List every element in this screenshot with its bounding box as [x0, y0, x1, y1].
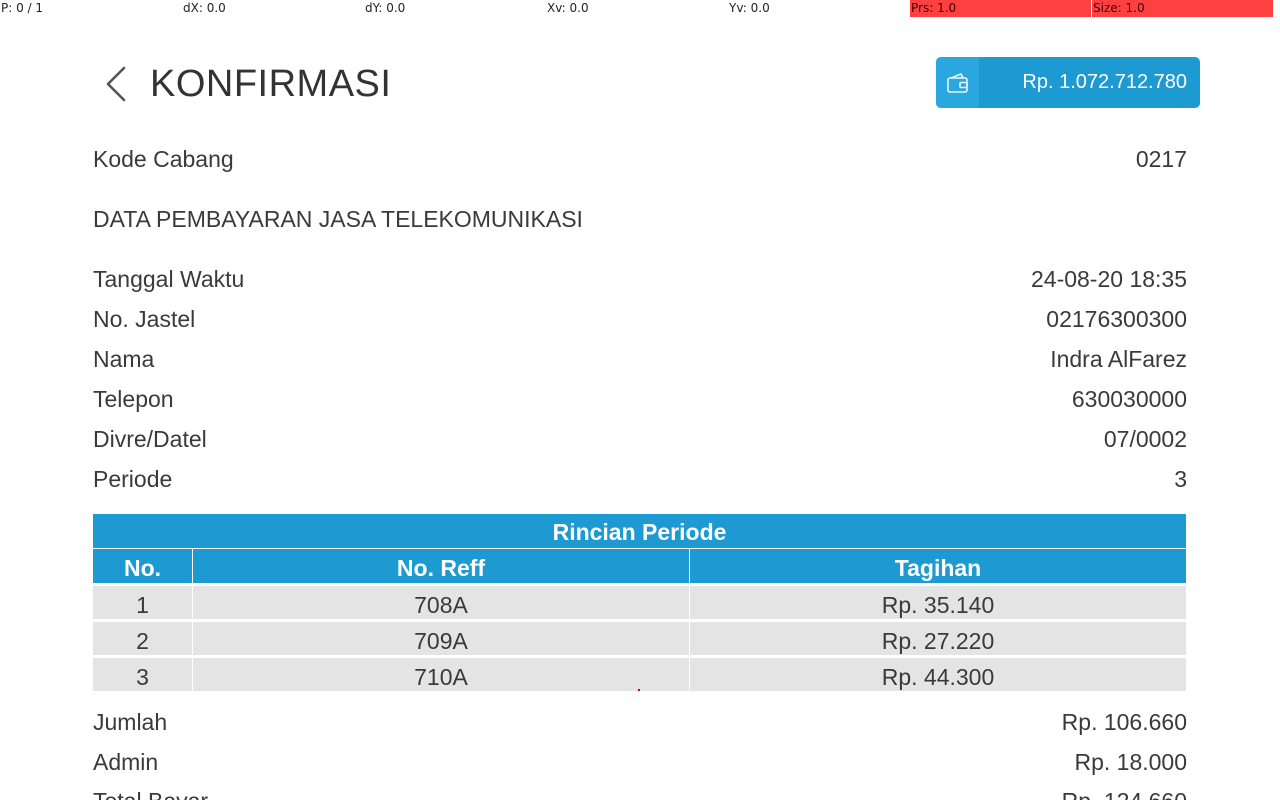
detail-row-phone: Telepon 630030000 [93, 384, 1187, 414]
table-cell-reff: 709A [193, 622, 689, 655]
detail-value: 07/0002 [1103, 426, 1187, 452]
back-button[interactable] [100, 62, 134, 106]
debug-xv: Xv: 0.0 [547, 1, 589, 15]
touch-indicator-dot [638, 689, 640, 691]
table-header-reff: No. Reff [193, 549, 689, 583]
summary-row-admin-fee: Admin Rp. 18.000 [93, 747, 1187, 777]
table-cell-no: 1 [93, 586, 192, 619]
detail-label: Periode [93, 466, 173, 492]
table-row: 2 709A Rp. 27.220 [93, 622, 1186, 655]
detail-value: 24-08-20 18:35 [1030, 266, 1187, 292]
summary-label: Total Bayar [93, 786, 208, 800]
debug-pressure: Prs: 1.0 [910, 0, 1091, 17]
summary-label: Admin [93, 749, 159, 775]
table-cell-bill: Rp. 44.300 [690, 658, 1186, 691]
debug-size: Size: 1.0 [1092, 0, 1273, 17]
table-row: 1 708A Rp. 35.140 [93, 586, 1186, 619]
balance-button[interactable]: Rp. 1.072.712.780 [936, 57, 1200, 108]
branch-code-row: Kode Cabang 0217 [93, 144, 1187, 174]
summary-row-total-pay: Total Bayar Rp. 124.660 [93, 786, 1187, 800]
table-cell-reff: 710A [193, 658, 689, 691]
branch-code-value: 0217 [1135, 146, 1187, 172]
chevron-left-icon [106, 66, 126, 102]
summary-row-total-amount: Jumlah Rp. 106.660 [93, 707, 1187, 737]
summary-value: Rp. 106.660 [1061, 709, 1187, 735]
detail-value: 02176300300 [1046, 306, 1187, 332]
debug-pointer-count: P: 0 / 1 [1, 1, 44, 15]
detail-row-period: Periode 3 [93, 464, 1187, 494]
table-header-bill: Tagihan [690, 549, 1186, 583]
table-caption: Rincian Periode [93, 514, 1186, 548]
detail-label: No. Jastel [93, 306, 196, 332]
detail-label: Divre/Datel [93, 426, 207, 452]
detail-value: 630030000 [1071, 386, 1187, 412]
page-title: KONFIRMASI [150, 63, 392, 105]
balance-amount: Rp. 1.072.712.780 [1022, 71, 1187, 93]
table-cell-bill: Rp. 27.220 [690, 622, 1186, 655]
period-detail-table: Rincian Periode No. No. Reff Tagihan 1 7… [93, 514, 1186, 691]
table-cell-bill: Rp. 35.140 [690, 586, 1186, 619]
detail-row-date-time: Tanggal Waktu 24-08-20 18:35 [93, 264, 1187, 294]
table-header-no: No. [93, 549, 192, 583]
table-cell-no: 3 [93, 658, 192, 691]
detail-label: Telepon [93, 386, 174, 412]
detail-row-name: Nama Indra AlFarez [93, 344, 1187, 374]
detail-value: 3 [1174, 466, 1187, 492]
detail-value: Indra AlFarez [1050, 346, 1187, 372]
wallet-icon [936, 57, 979, 108]
detail-row-divre-datel: Divre/Datel 07/0002 [93, 424, 1187, 454]
table-cell-no: 2 [93, 622, 192, 655]
table-header-row: No. No. Reff Tagihan [93, 549, 1186, 583]
section-title: DATA PEMBAYARAN JASA TELEKOMUNIKASI [93, 206, 583, 232]
detail-label: Tanggal Waktu [93, 266, 245, 292]
debug-dy: dY: 0.0 [365, 1, 406, 15]
detail-label: Nama [93, 346, 155, 372]
debug-overlay: P: 0 / 1 dX: 0.0 dY: 0.0 Xv: 0.0 Yv: 0.0… [0, 0, 1280, 17]
table-row: 3 710A Rp. 44.300 [93, 658, 1186, 691]
summary-label: Jumlah [93, 709, 168, 735]
summary-value: Rp. 18.000 [1074, 749, 1187, 775]
summary-value: Rp. 124.660 [1062, 786, 1187, 800]
table-cell-reff: 708A [193, 586, 689, 619]
debug-yv: Yv: 0.0 [729, 1, 770, 15]
branch-code-label: Kode Cabang [93, 146, 234, 172]
debug-dx: dX: 0.0 [183, 1, 226, 15]
detail-row-jastel-number: No. Jastel 02176300300 [93, 304, 1187, 334]
